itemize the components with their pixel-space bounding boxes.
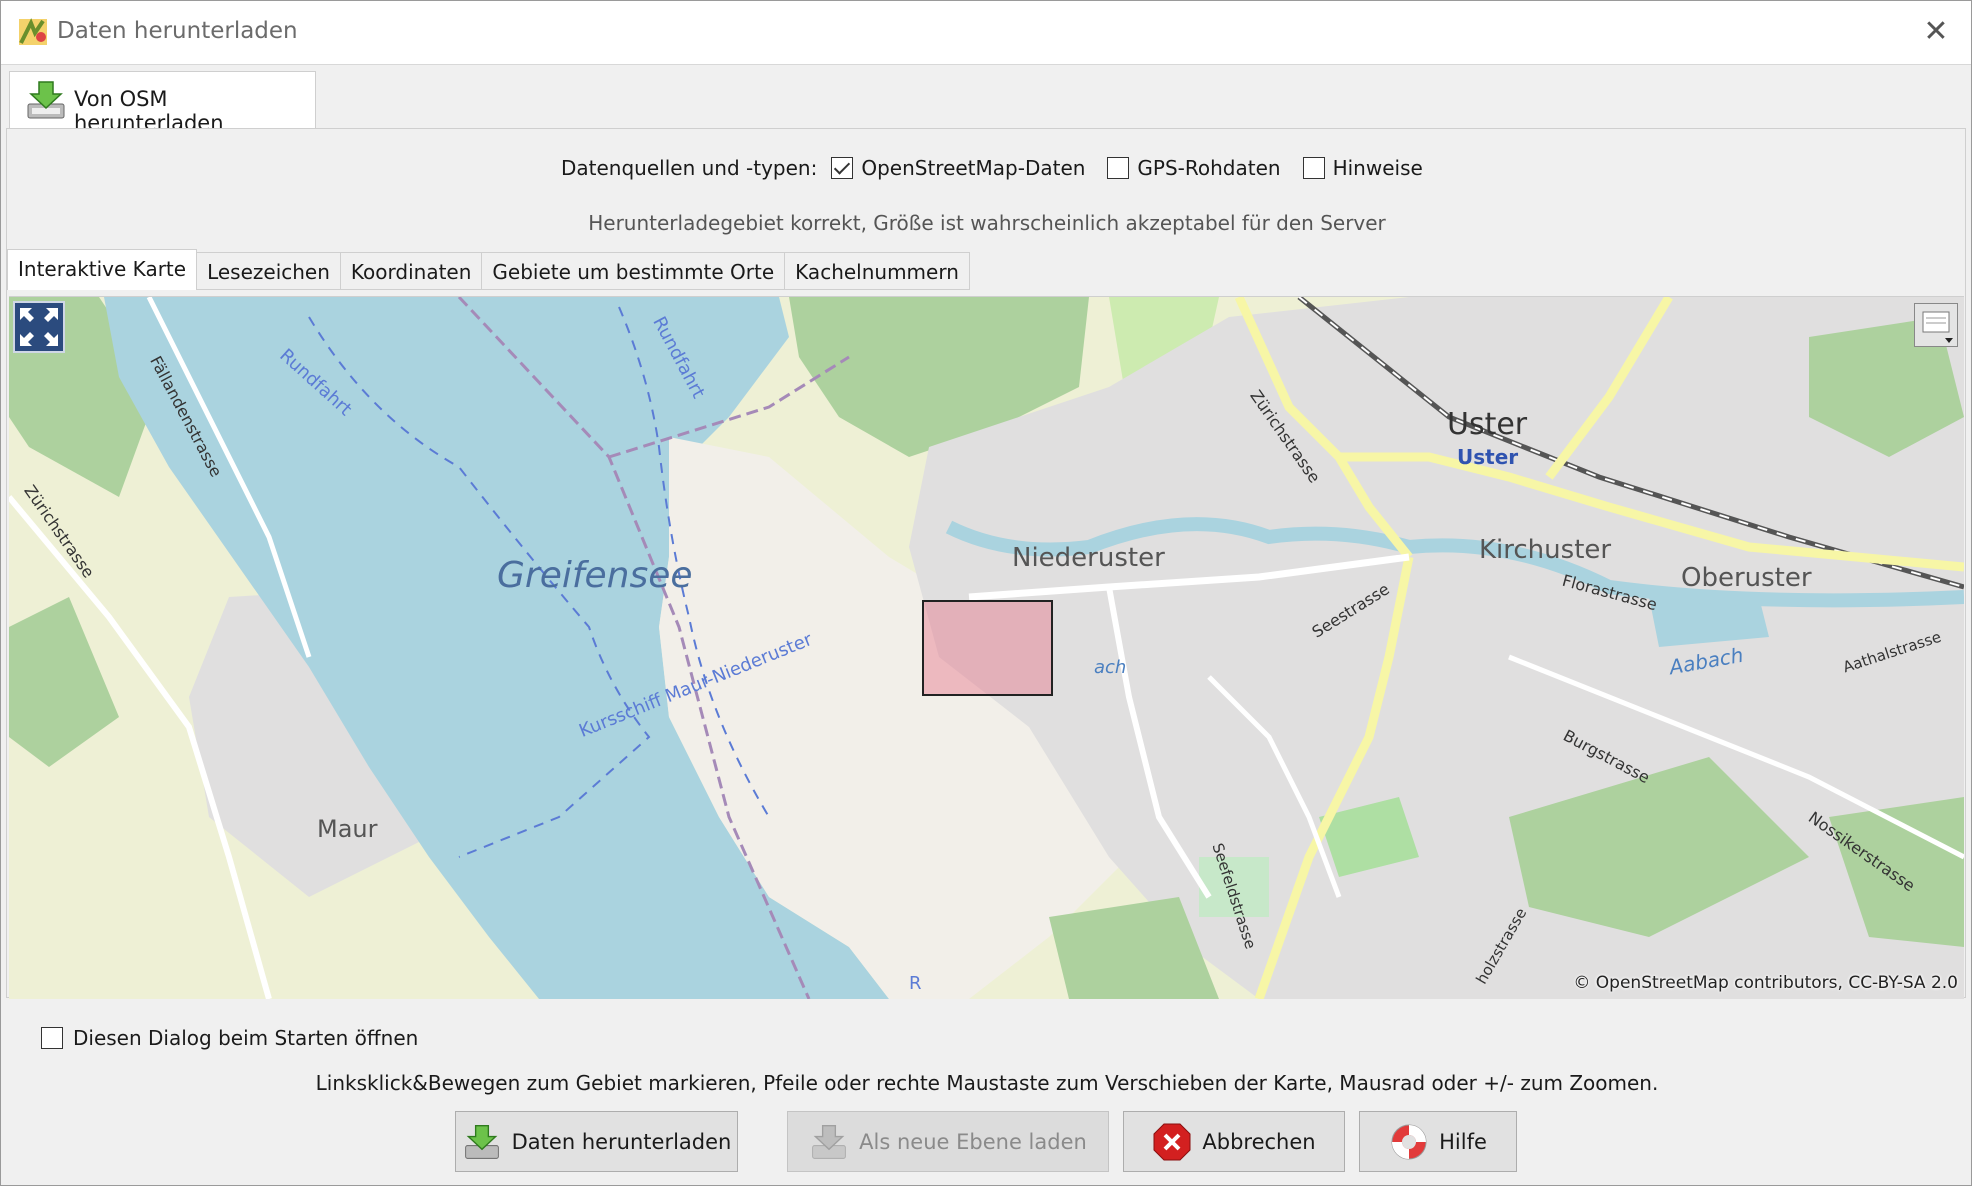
- load-as-new-layer-button[interactable]: Als neue Ebene laden: [787, 1111, 1109, 1172]
- cancel-button-label: Abbrechen: [1202, 1129, 1316, 1154]
- osm-data-label[interactable]: OpenStreetMap-Daten: [861, 156, 1085, 180]
- map-label-niederuster: Niederuster: [1012, 543, 1165, 573]
- area-selector-tabs: Interaktive Karte Lesezeichen Koordinate…: [7, 249, 970, 292]
- map-label-uster-station: Uster: [1457, 445, 1519, 469]
- map-label-oberuster: Oberuster: [1681, 563, 1812, 593]
- cancel-icon: [1153, 1123, 1191, 1160]
- startup-option: Diesen Dialog beim Starten öffnen: [39, 1026, 418, 1050]
- notes-label[interactable]: Hinweise: [1333, 156, 1423, 180]
- sources-label: Datenquellen und -typen:: [561, 156, 818, 180]
- data-sources-row: Datenquellen und -typen: OpenStreetMap-D…: [561, 151, 1423, 185]
- map-usage-hint: Linksklick&Bewegen zum Gebiet markieren,…: [315, 1071, 1659, 1095]
- load-as-new-layer-label: Als neue Ebene laden: [859, 1129, 1087, 1154]
- map-attribution[interactable]: © OpenStreetMap contributors, CC-BY-SA 2…: [1573, 973, 1958, 993]
- tab-tile-numbers[interactable]: Kachelnummern: [785, 252, 970, 290]
- fullscreen-toggle-button[interactable]: [13, 301, 65, 353]
- tab-coordinates[interactable]: Koordinaten: [340, 252, 483, 290]
- tab-interactive-map[interactable]: Interaktive Karte: [7, 249, 198, 290]
- download-button[interactable]: Daten herunterladen: [455, 1111, 738, 1172]
- download-button-label: Daten herunterladen: [511, 1129, 732, 1154]
- cancel-button[interactable]: Abbrechen: [1123, 1111, 1345, 1172]
- map-label-aabach-fragment: ach: [1094, 657, 1127, 678]
- map-label-uster: Uster: [1447, 407, 1528, 442]
- expand-arrows-icon: [20, 308, 58, 346]
- slippy-map[interactable]: Greifensee Rundfahrt Rundfahrt Fällanden…: [9, 296, 1964, 999]
- selected-download-area[interactable]: [922, 600, 1053, 696]
- window-title: Daten herunterladen: [57, 18, 298, 44]
- map-label-kirchuster: Kirchuster: [1479, 535, 1612, 565]
- map-label-lake: Greifensee: [497, 555, 693, 596]
- tab-places[interactable]: Gebiete um bestimmte Orte: [482, 252, 786, 290]
- close-icon[interactable]: ✕: [1911, 7, 1961, 57]
- tab-bookmarks[interactable]: Lesezeichen: [197, 252, 341, 290]
- title-bar: Daten herunterladen ✕: [1, 1, 1971, 65]
- startup-checkbox[interactable]: [41, 1027, 63, 1049]
- area-status-text: Herunterladegebiet korrekt, Größe ist wa…: [588, 211, 1386, 235]
- notes-checkbox[interactable]: [1302, 157, 1325, 179]
- map-label-r-fragment: R: [909, 973, 922, 994]
- map-layer-button[interactable]: [1914, 303, 1958, 347]
- download-icon: [27, 81, 65, 119]
- map-label-maur: Maur: [317, 815, 378, 843]
- osm-data-checkbox[interactable]: [831, 157, 854, 179]
- help-button[interactable]: Hilfe: [1359, 1111, 1517, 1172]
- layers-icon: [1922, 311, 1953, 343]
- download-disabled-icon: [812, 1124, 846, 1159]
- help-button-label: Hilfe: [1439, 1129, 1487, 1154]
- download-dialog: Daten herunterladen ✕ Von OSM herunterla…: [0, 0, 1972, 1186]
- lifebuoy-icon: [1391, 1124, 1427, 1159]
- download-icon: [464, 1124, 499, 1159]
- tab-osm-download[interactable]: Von OSM herunterladen: [9, 71, 316, 135]
- gps-data-checkbox[interactable]: [1107, 157, 1130, 179]
- gps-data-label[interactable]: GPS-Rohdaten: [1137, 156, 1280, 180]
- josm-icon: [19, 18, 47, 45]
- startup-checkbox-label[interactable]: Diesen Dialog beim Starten öffnen: [73, 1026, 418, 1050]
